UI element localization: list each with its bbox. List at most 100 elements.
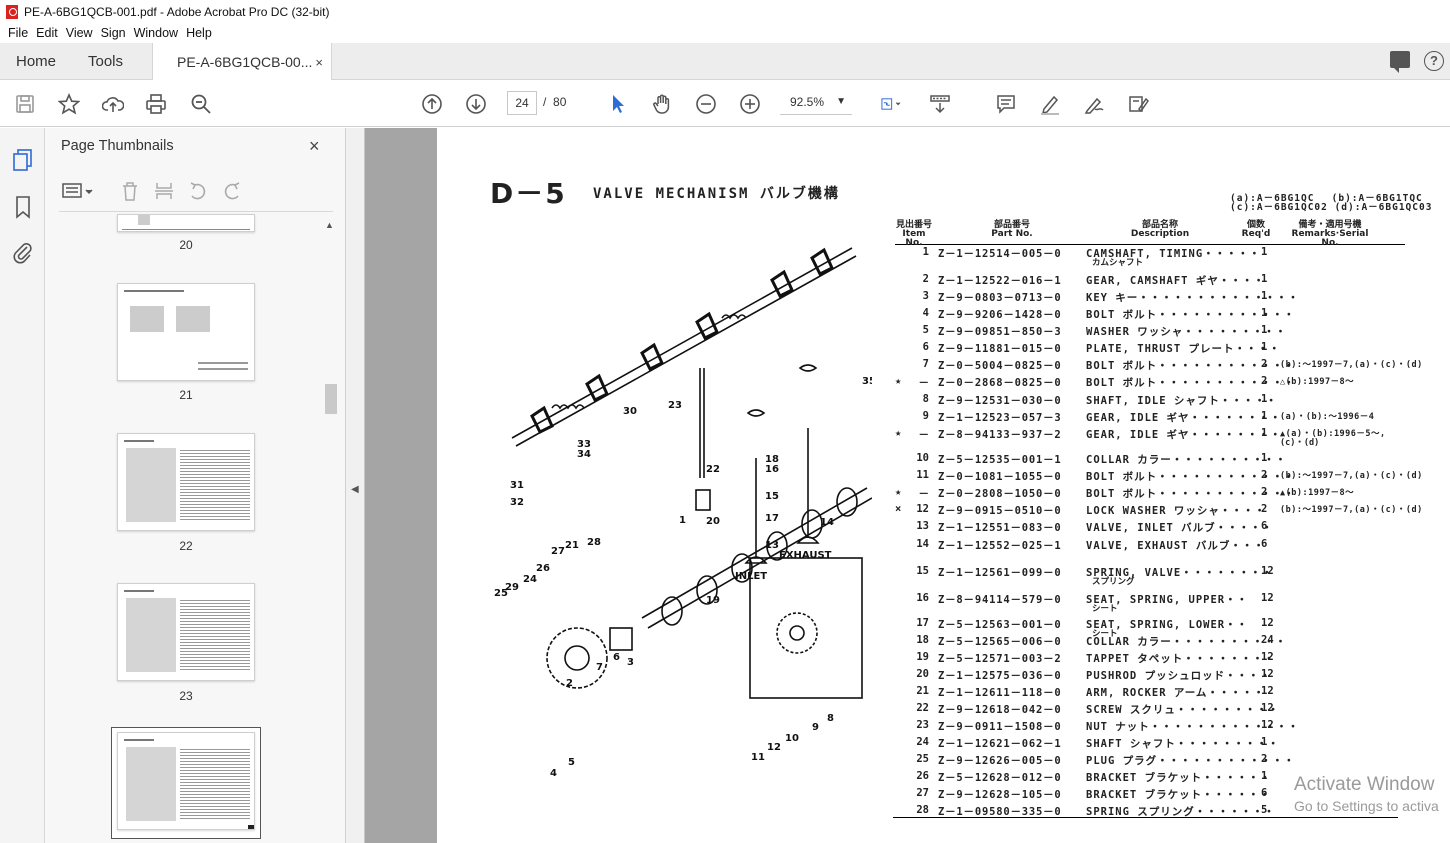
zoom-out-icon[interactable] — [694, 92, 718, 116]
row-part-no: Z－1－12514－005－0 — [938, 248, 1062, 260]
row-item-no: 2 — [922, 273, 929, 285]
current-page-input[interactable]: 24 — [507, 91, 537, 115]
row-item-no: 11 — [916, 469, 929, 481]
row-part-no: Z－1－12611－118－0 — [938, 687, 1062, 699]
menu-sign[interactable]: Sign — [101, 26, 126, 40]
comment-icon[interactable] — [994, 92, 1018, 116]
thumbnail-scrollbar[interactable]: ▲ — [323, 220, 337, 840]
row-item-no: － — [918, 429, 930, 441]
row-mark: ★ — [895, 375, 902, 387]
row-item-no: － — [918, 488, 930, 500]
close-panel-icon[interactable]: × — [309, 136, 320, 157]
thumbnail-page-22[interactable] — [117, 433, 255, 531]
callout-22: 22 — [706, 464, 720, 475]
draw-pen-icon[interactable] — [1082, 92, 1106, 116]
table-row: 16 Z－8－94114－579－0 SEAT, SPRING, UPPER・・ シー… — [895, 592, 1415, 614]
callout-11: 11 — [751, 752, 765, 763]
row-qty: 12 — [1261, 617, 1274, 629]
thumbnail-page-20[interactable] — [117, 214, 255, 232]
total-pages: 80 — [553, 95, 567, 109]
callout-32: 32 — [510, 497, 524, 508]
thumbnail-page-24[interactable] — [117, 732, 255, 830]
zoom-value: 92.5% — [790, 95, 825, 109]
upload-cloud-icon[interactable] — [101, 92, 125, 116]
menu-help[interactable]: Help — [186, 26, 212, 40]
rotate-cw-icon[interactable] — [221, 180, 243, 202]
menu-window[interactable]: Window — [134, 26, 178, 40]
menu-file[interactable]: File — [8, 26, 28, 40]
panel-collapse-handle[interactable]: ◀ — [346, 128, 365, 843]
page-thumbnails-icon[interactable] — [12, 148, 34, 172]
row-description: ARM, ROCKER アーム・・・・・ — [1086, 687, 1265, 699]
row-qty: 1 — [1261, 410, 1268, 422]
table-row: 7 Z－0－5004－0825－0 BOLT ボルト・・・・・・・・・・・・ 2 (b)… — [895, 358, 1423, 372]
table-row: 6 Z－9－11881－015－0 PLATE, THRUST プレート・・・・ 1 — [895, 341, 1415, 355]
delete-page-icon[interactable] — [119, 180, 141, 202]
tab-document[interactable]: PE-A-6BG1QCB-00... × — [152, 43, 332, 81]
row-description-jp: シート — [1092, 604, 1118, 614]
menu-view[interactable]: View — [66, 26, 93, 40]
table-row: 1 Z－1－12514－005－0 CAMSHAFT, TIMING・・・・・ カムシ… — [895, 246, 1415, 268]
row-qty: 6 — [1261, 520, 1268, 532]
model-legend-line-2: (c):A－6BG1QC02 (d):A－6BG1QC03 — [1230, 202, 1433, 213]
callout-3: 3 — [627, 657, 634, 668]
callout-30: 30 — [623, 406, 637, 417]
thumbnail-label-23: 23 — [179, 689, 193, 703]
row-remarks-2: (c)・(d) — [1280, 438, 1320, 448]
tab-tools[interactable]: Tools — [88, 43, 123, 80]
row-item-no: 27 — [916, 787, 929, 799]
rotate-ccw-icon[interactable] — [187, 180, 209, 202]
attachment-paperclip-icon[interactable] — [12, 240, 34, 264]
fit-page-icon[interactable] — [874, 92, 908, 116]
bookmark-icon[interactable] — [12, 195, 34, 219]
menu-edit[interactable]: Edit — [36, 26, 58, 40]
help-icon[interactable]: ? — [1424, 51, 1444, 71]
table-row: 3 Z－9－0803－0713－0 KEY キー・・・・・・・・・・・・・・ 1 — [895, 290, 1415, 304]
callout-31: 31 — [510, 480, 524, 491]
previous-page-icon[interactable] — [420, 92, 444, 116]
scroll-mode-icon[interactable] — [928, 92, 952, 116]
row-remarks: (b):～1997－7,(a)・(c)・(d) — [1280, 360, 1423, 370]
row-part-no: Z－1－12561－099－0 — [938, 567, 1062, 579]
row-qty: 1 — [1261, 246, 1268, 258]
thumbnail-options-menu-icon[interactable] — [61, 180, 97, 202]
row-part-no: Z－9－12628－105－0 — [938, 789, 1062, 801]
save-icon[interactable] — [13, 92, 37, 116]
fill-sign-icon[interactable] — [1126, 92, 1150, 116]
next-page-icon[interactable] — [464, 92, 488, 116]
callout-2: 2 — [566, 678, 573, 689]
tab-home[interactable]: Home — [16, 43, 56, 80]
callout-8: 8 — [827, 713, 834, 724]
collapse-arrow-icon[interactable]: ◀ — [351, 484, 359, 495]
row-item-no: 18 — [916, 634, 929, 646]
hand-tool-icon[interactable] — [650, 92, 674, 116]
document-viewer[interactable]: D－5 VALVE MECHANISM バルブ機構 (a):A－6BG1QC (… — [365, 128, 1450, 843]
comment-bubble-icon[interactable] — [1390, 51, 1410, 73]
zoom-search-icon[interactable] — [189, 92, 213, 116]
star-bookmark-icon[interactable] — [57, 92, 81, 116]
callout-34: 34 — [577, 449, 591, 460]
row-part-no: Z－1－12522－016－1 — [938, 275, 1062, 287]
zoom-select[interactable]: 92.5% ▼ — [780, 91, 852, 115]
print-icon[interactable] — [144, 92, 168, 116]
row-part-no: Z－1－12575－036－0 — [938, 670, 1062, 682]
row-description: COLLAR カラー・・・・・・・・・・ — [1086, 636, 1287, 648]
callout-13: 13 — [765, 540, 779, 551]
extract-page-icon[interactable] — [153, 180, 175, 202]
row-qty: 12 — [1261, 719, 1274, 731]
highlight-pen-icon[interactable] — [1038, 92, 1062, 116]
row-item-no: － — [918, 377, 930, 389]
chevron-down-icon: ▼ — [836, 96, 846, 107]
thumbnail-page-23[interactable] — [117, 583, 255, 681]
row-qty: 2 — [1261, 358, 1268, 370]
row-item-no: 14 — [916, 538, 929, 550]
zoom-in-icon[interactable] — [738, 92, 762, 116]
row-description: LOCK WASHER ワッシャ・・・・ — [1086, 505, 1266, 517]
select-cursor-icon[interactable] — [606, 92, 630, 116]
scroll-up-icon[interactable]: ▲ — [325, 220, 334, 230]
row-item-no: 9 — [922, 410, 929, 422]
model-legend: (a):A－6BG1QC (b):A－6BG1TQC (c):A－6BG1QC0… — [1230, 194, 1433, 213]
close-tab-icon[interactable]: × — [315, 55, 323, 70]
table-row: 11 Z－0－1081－1055－0 BOLT ボルト・・・・・・・・・・・・ 2 (b… — [895, 469, 1422, 483]
thumbnail-page-21[interactable] — [117, 283, 255, 381]
